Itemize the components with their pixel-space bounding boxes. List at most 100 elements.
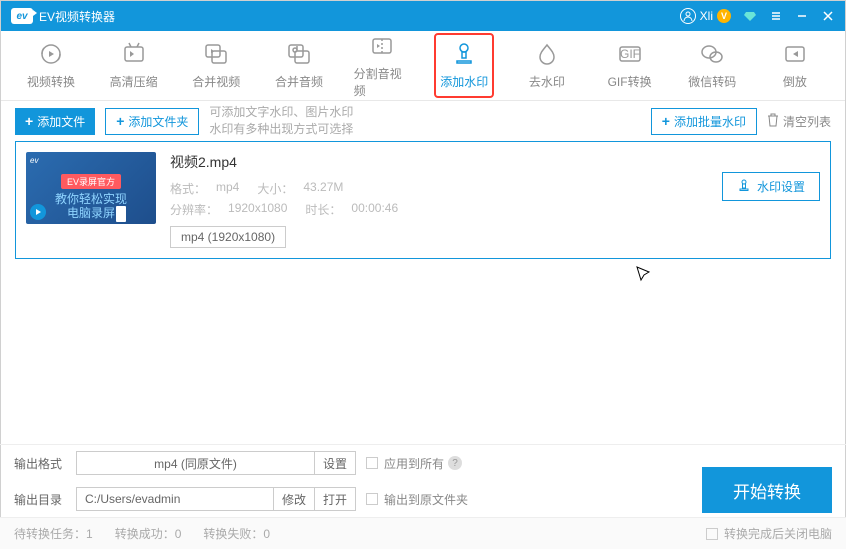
watermark-settings-button[interactable]: 水印设置 — [722, 172, 820, 201]
tab-label: 合并音频 — [275, 73, 323, 90]
trash-icon — [767, 113, 779, 130]
split-icon — [369, 33, 395, 59]
reverse-icon — [782, 41, 808, 67]
gif-icon: GIF — [617, 41, 643, 67]
tab-merge-video[interactable]: 合并视频 — [186, 33, 246, 98]
tab-split[interactable]: 分割音视频 — [352, 25, 412, 107]
user-menu[interactable]: Xli V — [680, 8, 731, 24]
tab-merge-audio[interactable]: 合并音频 — [269, 33, 329, 98]
wechat-icon — [699, 41, 725, 67]
file-list: ev EV录屏官方 教你轻松实现电脑录屏 视频2.mp4 格式： mp4 大小： 4… — [1, 141, 845, 259]
format-selector[interactable]: mp4 (1920x1080) — [170, 226, 286, 248]
pending-count: 待转换任务：1 — [14, 525, 93, 542]
help-icon[interactable]: ? — [448, 456, 462, 470]
play-rotate-icon — [38, 41, 64, 67]
tab-label: 去水印 — [529, 73, 565, 90]
app-title: EV视频转换器 — [39, 8, 115, 25]
dur-value: 00:00:46 — [351, 201, 398, 218]
dur-label: 时长： — [305, 201, 341, 218]
batch-label: 添加批量水印 — [674, 113, 746, 130]
stamp-icon — [451, 41, 477, 67]
output-settings-button[interactable]: 设置 — [314, 452, 355, 474]
diamond-icon[interactable] — [743, 9, 757, 23]
output-format-value: mp4 (同原文件) — [77, 455, 314, 472]
thumb-badge: EV录屏官方 — [61, 174, 121, 189]
clear-label: 清空列表 — [783, 113, 831, 130]
success-count: 转换成功：0 — [115, 525, 182, 542]
size-label: 大小： — [257, 180, 293, 197]
file-info: 视频2.mp4 格式： mp4 大小： 43.27M 分辨率： 1920x1080 时… — [170, 152, 708, 248]
clear-list-button[interactable]: 清空列表 — [767, 113, 831, 130]
svg-text:GIF: GIF — [620, 47, 640, 61]
size-value: 43.27M — [303, 180, 343, 197]
tab-label: 高清压缩 — [110, 73, 158, 90]
add-file-button[interactable]: +添加文件 — [15, 108, 95, 135]
output-dir-value: C:/Users/evadmin — [77, 492, 273, 506]
compress-icon — [121, 41, 147, 67]
action-bar: +添加文件 +添加文件夹 可添加文字水印、图片水印 水印有多种出现方式可选择 +… — [1, 101, 845, 141]
tab-label: 微信转码 — [688, 73, 736, 90]
user-name: Xli — [700, 9, 713, 23]
add-folder-label: 添加文件夹 — [128, 113, 188, 130]
tab-reverse[interactable]: 倒放 — [765, 33, 825, 98]
file-card[interactable]: ev EV录屏官方 教你轻松实现电脑录屏 视频2.mp4 格式： mp4 大小： 4… — [15, 141, 831, 259]
output-dir-field: C:/Users/evadmin 修改 打开 — [76, 487, 356, 511]
close-button[interactable] — [821, 9, 835, 23]
checkbox-icon — [706, 528, 718, 540]
tab-label: 添加水印 — [440, 73, 488, 90]
app-logo-icon: ev — [11, 8, 33, 24]
tab-add-watermark[interactable]: 添加水印 — [434, 33, 494, 98]
res-label: 分辨率： — [170, 201, 218, 218]
add-file-label: 添加文件 — [37, 113, 85, 130]
failed-count: 转换失败：0 — [203, 525, 270, 542]
plus-icon: + — [25, 113, 33, 129]
open-dir-button[interactable]: 打开 — [314, 488, 355, 510]
add-folder-button[interactable]: +添加文件夹 — [105, 108, 199, 135]
main-toolbar: 视频转换 高清压缩 合并视频 合并音频 分割音视频 添加水印 去水印 GIF G… — [1, 31, 845, 101]
tab-hd-compress[interactable]: 高清压缩 — [104, 33, 164, 98]
tab-label: 视频转换 — [27, 73, 75, 90]
tab-label: GIF转换 — [608, 73, 652, 90]
vip-badge-icon: V — [717, 9, 731, 23]
modify-dir-button[interactable]: 修改 — [273, 488, 314, 510]
tab-label: 合并视频 — [192, 73, 240, 90]
output-orig-checkbox[interactable]: 输出到原文件夹 — [366, 491, 468, 508]
output-format-field: mp4 (同原文件) 设置 — [76, 451, 356, 475]
tab-gif[interactable]: GIF GIF转换 — [600, 33, 660, 98]
bottom-panel: 输出格式 mp4 (同原文件) 设置 应用到所有? 输出目录 C:/Users/… — [0, 444, 846, 549]
tab-remove-watermark[interactable]: 去水印 — [517, 33, 577, 98]
tab-video-convert[interactable]: 视频转换 — [21, 33, 81, 98]
add-batch-watermark-button[interactable]: +添加批量水印 — [651, 108, 757, 135]
stamp-small-icon — [737, 178, 751, 195]
hint-text: 可添加文字水印、图片水印 水印有多种出现方式可选择 — [209, 104, 353, 138]
tab-label: 分割音视频 — [354, 65, 410, 99]
video-thumbnail: ev EV录屏官方 教你轻松实现电脑录屏 — [26, 152, 156, 224]
menu-dropdown-icon[interactable] — [769, 9, 783, 23]
shutdown-checkbox[interactable]: 转换完成后关闭电脑 — [706, 525, 832, 542]
plus-icon: + — [662, 113, 670, 129]
cursor-icon — [635, 265, 653, 283]
output-format-label: 输出格式 — [14, 455, 66, 472]
titlebar-right: Xli V — [680, 8, 835, 24]
file-name: 视频2.mp4 — [170, 152, 708, 172]
wm-settings-label: 水印设置 — [757, 178, 805, 195]
checkbox-icon — [366, 457, 378, 469]
res-value: 1920x1080 — [228, 201, 287, 218]
merge-audio-icon — [286, 41, 312, 67]
hint-line2: 水印有多种出现方式可选择 — [209, 121, 353, 138]
titlebar: ev EV视频转换器 Xli V — [1, 1, 845, 31]
status-bar: 待转换任务：1 转换成功：0 转换失败：0 转换完成后关闭电脑 — [0, 517, 846, 549]
tab-label: 倒放 — [783, 73, 807, 90]
output-dir-label: 输出目录 — [14, 491, 66, 508]
fmt-label: 格式： — [170, 180, 206, 197]
merge-video-icon — [203, 41, 229, 67]
tab-wechat[interactable]: 微信转码 — [682, 33, 742, 98]
start-convert-button[interactable]: 开始转换 — [702, 467, 832, 513]
droplet-icon — [534, 41, 560, 67]
apply-all-checkbox[interactable]: 应用到所有? — [366, 455, 462, 472]
fmt-value: mp4 — [216, 180, 239, 197]
plus-icon: + — [116, 113, 124, 129]
user-icon — [680, 8, 696, 24]
minimize-button[interactable] — [795, 9, 809, 23]
checkbox-icon — [366, 493, 378, 505]
